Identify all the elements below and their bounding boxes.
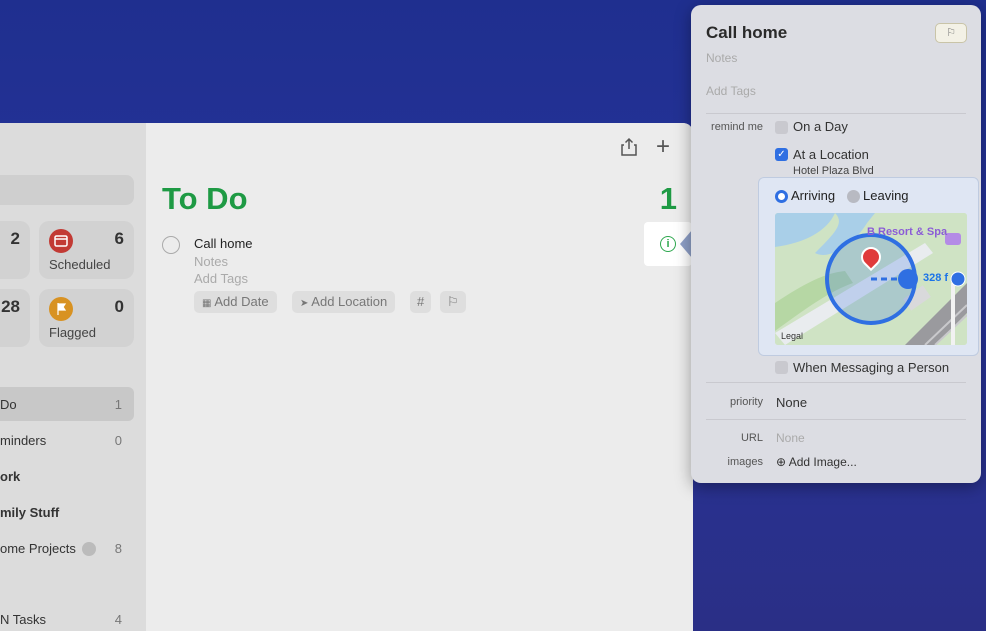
when-messaging-label: When Messaging a Person: [793, 360, 950, 375]
list-count: 1: [659, 181, 677, 216]
add-icon[interactable]: +: [656, 133, 670, 161]
main-pane: + To Do 1 Call home Notes Add Tags ▦ Add…: [146, 123, 693, 631]
task-tags[interactable]: Add Tags: [194, 271, 248, 286]
notes-field[interactable]: Notes: [706, 51, 737, 65]
smart-list-all[interactable]: 28: [0, 289, 30, 347]
location-options-card: Arriving Leaving B Resort & Spa 328 f Le…: [759, 178, 978, 355]
flag-icon: [49, 297, 73, 321]
list-title: To Do: [162, 181, 248, 216]
plus-circle-icon: ⊕: [776, 455, 787, 469]
add-image-button[interactable]: ⊕ Add Image...: [776, 455, 857, 469]
info-icon: i: [660, 236, 676, 252]
remind-me-label: remind me: [711, 121, 763, 133]
shared-icon: [82, 542, 96, 556]
sidebar-item-reminders[interactable]: minders 0: [0, 423, 134, 457]
divider: [706, 113, 966, 114]
location-arrow-icon: ➤: [300, 298, 309, 309]
task-complete-checkbox[interactable]: [162, 236, 180, 254]
share-icon[interactable]: [620, 137, 638, 163]
add-location-button[interactable]: ➤ Add Location: [292, 291, 396, 313]
map-legal-link[interactable]: Legal: [781, 331, 803, 341]
url-field[interactable]: None: [776, 431, 805, 445]
flag-button[interactable]: ⚐: [440, 291, 466, 313]
map-place-label: B Resort & Spa: [867, 226, 948, 238]
sidebar-item-todo[interactable]: Do 1: [0, 387, 134, 421]
smart-list-today[interactable]: 2: [0, 221, 30, 279]
calendar-icon: ▦: [202, 298, 212, 309]
task-title[interactable]: Call home: [194, 236, 253, 251]
arriving-radio[interactable]: [775, 190, 788, 203]
location-name[interactable]: Hotel Plaza Blvd: [793, 165, 874, 177]
radius-distance-label[interactable]: 328 f: [923, 272, 948, 284]
reminders-window: 2 6 Scheduled 28 0 Flagged Do 1 minders …: [0, 123, 693, 631]
task-notes[interactable]: Notes: [194, 254, 228, 269]
at-a-location-label: At a Location: [793, 147, 869, 162]
on-a-day-checkbox[interactable]: [775, 121, 788, 134]
priority-select[interactable]: None: [776, 395, 807, 410]
add-date-button[interactable]: ▦ Add Date: [194, 291, 277, 313]
priority-label: priority: [729, 396, 763, 408]
leaving-radio[interactable]: [847, 190, 860, 203]
reminder-title[interactable]: Call home: [706, 23, 787, 43]
leaving-label: Leaving: [863, 188, 909, 203]
sidebar: 2 6 Scheduled 28 0 Flagged Do 1 minders …: [0, 123, 146, 631]
images-label: images: [727, 456, 763, 468]
divider: [706, 382, 966, 383]
sidebar-search[interactable]: [0, 175, 134, 205]
smart-list-scheduled[interactable]: 6 Scheduled: [39, 221, 134, 279]
sidebar-item-home-projects[interactable]: ome Projects 8: [0, 531, 134, 565]
when-messaging-checkbox[interactable]: [775, 361, 788, 374]
calendar-icon: [49, 229, 73, 253]
sidebar-item-family-stuff[interactable]: mily Stuff: [0, 495, 134, 529]
tags-field[interactable]: Add Tags: [706, 84, 756, 98]
add-tag-button[interactable]: #: [410, 291, 432, 313]
on-a-day-label: On a Day: [793, 119, 848, 134]
url-label: URL: [740, 432, 763, 444]
task-info-button[interactable]: i: [644, 222, 692, 266]
at-a-location-checkbox[interactable]: ✓: [775, 148, 788, 161]
location-map[interactable]: B Resort & Spa 328 f Legal: [775, 213, 967, 345]
sidebar-item-work[interactable]: ork: [0, 459, 134, 493]
smart-list-flagged[interactable]: 0 Flagged: [39, 289, 134, 347]
flag-toggle-button[interactable]: ⚐: [935, 23, 967, 43]
divider: [706, 419, 966, 420]
arriving-label: Arriving: [791, 188, 836, 203]
sidebar-item-n-tasks[interactable]: N Tasks 4: [0, 602, 134, 631]
